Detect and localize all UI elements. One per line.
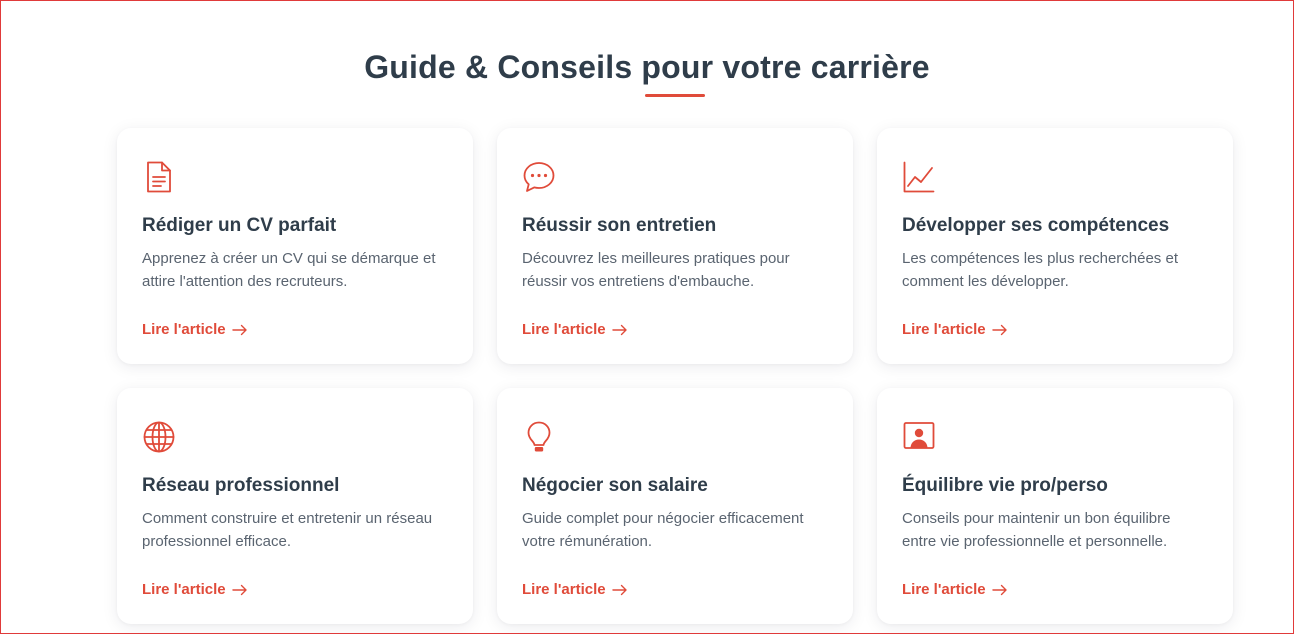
article-card-network: Réseau professionnel Comment construire …: [117, 388, 473, 624]
card-description: Découvrez les meilleures pratiques pour …: [522, 250, 790, 290]
chat-bubble-icon: [522, 160, 556, 194]
link-label: Lire l'article: [142, 321, 226, 338]
card-description: Comment construire et entretenir un rése…: [142, 510, 433, 550]
read-article-link[interactable]: Lire l'article: [142, 321, 248, 338]
arrow-right-icon: [991, 584, 1008, 596]
section-title: Guide & Conseils pour votre carrière: [364, 49, 930, 85]
card-title: Équilibre vie pro/perso: [902, 475, 1108, 496]
globe-icon: [142, 420, 176, 454]
person-screen-icon: [902, 420, 936, 454]
article-card-balance: Équilibre vie pro/perso Conseils pour ma…: [877, 388, 1233, 624]
title-underline: [645, 94, 705, 97]
read-article-link[interactable]: Lire l'article: [522, 321, 628, 338]
read-article-link[interactable]: Lire l'article: [902, 321, 1008, 338]
card-description: Conseils pour maintenir un bon équilibre…: [902, 510, 1171, 550]
link-label: Lire l'article: [902, 321, 986, 338]
read-article-link[interactable]: Lire l'article: [142, 581, 248, 598]
arrow-right-icon: [231, 584, 248, 596]
arrow-right-icon: [611, 584, 628, 596]
arrow-right-icon: [991, 324, 1008, 336]
arrow-right-icon: [611, 324, 628, 336]
card-description: Les compétences les plus recherchées et …: [902, 250, 1178, 290]
article-card-cv: Rédiger un CV parfait Apprenez à créer u…: [117, 128, 473, 364]
articles-grid: Rédiger un CV parfait Apprenez à créer u…: [117, 128, 1233, 624]
document-icon: [142, 160, 176, 194]
lightbulb-icon: [522, 420, 556, 454]
card-title: Négocier son salaire: [522, 475, 708, 496]
card-description: Guide complet pour négocier efficacement…: [522, 510, 804, 550]
arrow-right-icon: [231, 324, 248, 336]
read-article-link[interactable]: Lire l'article: [522, 581, 628, 598]
card-title: Rédiger un CV parfait: [142, 215, 337, 236]
article-card-salary: Négocier son salaire Guide complet pour …: [497, 388, 853, 624]
line-chart-icon: [902, 160, 936, 194]
link-label: Lire l'article: [142, 581, 226, 598]
page-frame: Guide & Conseils pour votre carrière Réd…: [0, 0, 1294, 634]
read-article-link[interactable]: Lire l'article: [902, 581, 1008, 598]
link-label: Lire l'article: [522, 581, 606, 598]
article-card-skills: Développer ses compétences Les compétenc…: [877, 128, 1233, 364]
article-card-interview: Réussir son entretien Découvrez les meil…: [497, 128, 853, 364]
card-description: Apprenez à créer un CV qui se démarque e…: [142, 250, 436, 290]
card-title: Développer ses compétences: [902, 215, 1170, 236]
card-title: Réseau professionnel: [142, 475, 340, 496]
card-title: Réussir son entretien: [522, 215, 717, 236]
link-label: Lire l'article: [522, 321, 606, 338]
link-label: Lire l'article: [902, 581, 986, 598]
